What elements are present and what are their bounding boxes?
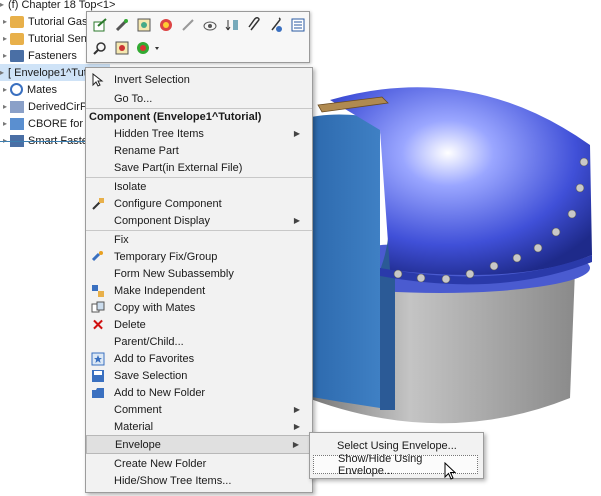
expand-arrow-icon[interactable]: ▸	[0, 85, 10, 94]
menu-item-go-to[interactable]: Go To...	[86, 90, 312, 107]
texture-icon[interactable]	[113, 39, 131, 57]
expand-arrow-icon[interactable]: ▸	[0, 102, 10, 111]
mates-icon	[10, 83, 23, 96]
expand-arrow-icon[interactable]: ▸	[0, 34, 10, 43]
menu-item-add-to-favorites[interactable]: Add to Favorites	[86, 350, 312, 367]
part-icon	[10, 15, 24, 28]
appearance-icon[interactable]	[157, 16, 175, 34]
menu-item-save-selection[interactable]: Save Selection	[86, 367, 312, 384]
submenu-arrow-icon: ▶	[292, 440, 299, 449]
zoom-to-selection-icon[interactable]	[91, 39, 109, 57]
menu-item-material[interactable]: Material ▶	[86, 418, 312, 435]
copy-with-mates-icon	[90, 300, 106, 316]
feature-tree: ▸ (f) Chapter 18 Top<1> ▸ Tutorial Gaske…	[0, 0, 146, 147]
expand-arrow-icon[interactable]: ▸	[0, 119, 10, 128]
menu-item-configure-component[interactable]: Configure Component	[86, 195, 312, 212]
cursor-icon	[90, 72, 106, 88]
menu-section-header: Component (Envelope1^Tutorial)	[89, 110, 262, 123]
favorites-star-icon	[90, 351, 106, 367]
submenu-arrow-icon: ▶	[293, 129, 300, 138]
menu-item-make-independent[interactable]: Make Independent	[86, 282, 312, 299]
temporary-fix-icon	[90, 249, 106, 265]
tree-divider	[0, 141, 90, 142]
submenu-arrow-icon: ▶	[293, 422, 300, 431]
menu-item-parent-child[interactable]: Parent/Child...	[86, 333, 312, 350]
expand-arrow-icon[interactable]: ▸	[0, 51, 10, 60]
menu-item-delete[interactable]: ✕ Delete	[86, 316, 312, 334]
menu-item-invert-selection[interactable]: Invert Selection	[86, 71, 312, 88]
view-icon[interactable]	[201, 16, 219, 34]
mouse-cursor-icon	[444, 462, 457, 480]
context-toolbar	[86, 11, 310, 63]
configure-component-icon	[90, 196, 106, 212]
menu-item-save-part[interactable]: Save Part(in External File)	[86, 159, 312, 176]
menu-item-rename-part[interactable]: Rename Part	[86, 142, 312, 159]
tree-item-label: (f) Chapter 18 Top<1>	[8, 0, 116, 11]
menu-item-form-subassembly[interactable]: Form New Subassembly	[86, 265, 312, 282]
isolate-icon[interactable]	[267, 16, 285, 34]
submenu-arrow-icon: ▶	[293, 216, 300, 225]
menu-item-add-to-new-folder[interactable]: Add to New Folder	[86, 384, 312, 401]
expand-arrow-icon[interactable]: ▸	[0, 68, 4, 77]
expand-arrow-icon[interactable]: ▸	[0, 0, 4, 9]
clip-icon[interactable]	[245, 16, 263, 34]
folder-icon	[90, 385, 106, 401]
context-menu: Invert Selection Go To... Component (Env…	[85, 67, 313, 493]
menu-item-hide-show-tree-items[interactable]: Hide/Show Tree Items...	[86, 472, 312, 489]
save-selection-icon	[90, 368, 106, 384]
pattern-icon	[10, 100, 24, 113]
make-independent-icon	[90, 283, 106, 299]
menu-item-copy-with-mates[interactable]: Copy with Mates	[86, 299, 312, 316]
edit-part-icon[interactable]	[91, 16, 109, 34]
menu-item-fix[interactable]: Fix	[86, 231, 312, 248]
menu-item-isolate[interactable]: Isolate	[86, 178, 312, 195]
menu-item-hidden-tree-items[interactable]: Hidden Tree Items ▶	[86, 125, 312, 142]
delete-icon: ✕	[91, 316, 105, 334]
smart-mates-icon[interactable]	[113, 16, 131, 34]
expand-arrow-icon[interactable]: ▸	[0, 17, 10, 26]
list-icon[interactable]	[289, 16, 307, 34]
menu-item-envelope[interactable]: Envelope ▶	[86, 435, 312, 454]
tree-item-label: Fasteners	[28, 49, 77, 62]
tree-item-label: Mates	[27, 83, 57, 96]
rebuild-icon[interactable]	[223, 16, 241, 34]
submenu-arrow-icon: ▶	[293, 405, 300, 414]
menu-item-temporary-fix[interactable]: Temporary Fix/Group	[86, 248, 312, 265]
menu-item-component-display[interactable]: Component Display ▶	[86, 212, 312, 229]
folder-icon	[10, 49, 24, 62]
color-icon[interactable]	[135, 39, 163, 57]
hole-icon	[10, 117, 24, 130]
part-icon	[10, 32, 24, 45]
menu-item-comment[interactable]: Comment ▶	[86, 401, 312, 418]
properties-icon[interactable]	[135, 16, 153, 34]
hide-icon[interactable]	[179, 16, 197, 34]
menu-item-create-new-folder[interactable]: Create New Folder	[86, 455, 312, 472]
